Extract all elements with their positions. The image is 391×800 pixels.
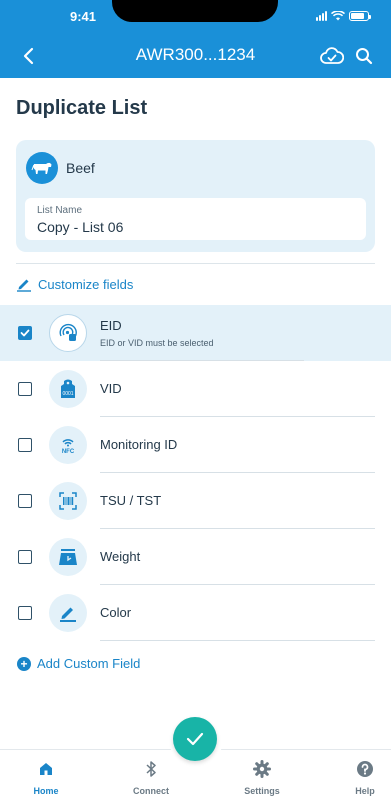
check-icon [186, 732, 204, 746]
list-name-label: List Name [37, 205, 83, 216]
field-row-eid[interactable]: EID EID or VID must be selected [0, 305, 391, 361]
help-icon [357, 761, 373, 777]
field-row-tsu-tst[interactable]: TSU / TST [0, 473, 391, 529]
checkbox-eid[interactable] [18, 326, 32, 340]
vid-tag-icon: 0001 [49, 370, 87, 408]
add-custom-field-label: Add Custom Field [37, 656, 141, 671]
tab-help[interactable]: Help [330, 760, 391, 796]
tab-label: Connect [133, 786, 169, 796]
field-label: Color [100, 605, 132, 620]
vid-tag-text: 0001 [62, 391, 73, 397]
species-label: Beef [66, 160, 95, 176]
status-icons [316, 11, 371, 21]
field-label: TSU / TST [100, 493, 162, 508]
page-title: Duplicate List [16, 97, 148, 119]
add-custom-field-button[interactable]: + Add Custom Field [17, 656, 140, 671]
wifi-icon [331, 11, 345, 21]
field-row-vid[interactable]: 0001 VID [0, 361, 391, 417]
species-card: Beef List Name [16, 140, 375, 252]
nav-bar: AWR300...1234 [0, 34, 391, 78]
tab-settings[interactable]: Settings [227, 760, 297, 796]
customize-fields-link[interactable]: Customize fields [16, 276, 133, 292]
confirm-button[interactable] [173, 717, 217, 761]
customize-fields-label: Customize fields [38, 276, 134, 292]
tab-connect[interactable]: Connect [116, 760, 186, 796]
search-icon [356, 48, 373, 65]
tab-label: Home [33, 786, 59, 796]
tab-label: Help [355, 786, 375, 796]
back-button[interactable] [14, 42, 42, 70]
tab-home[interactable]: Home [11, 760, 81, 796]
cloud-check-icon [320, 47, 344, 64]
checkbox-weight[interactable] [18, 550, 32, 564]
device-title: AWR300...1234 [135, 45, 256, 64]
cow-icon [26, 152, 58, 184]
pen-icon [49, 594, 87, 632]
list-name-field[interactable]: List Name [25, 198, 366, 240]
gear-icon [253, 760, 271, 778]
field-label: Monitoring ID [100, 437, 178, 452]
barcode-icon [49, 482, 87, 520]
nfc-text: NFC [62, 449, 75, 455]
status-time: 9:41 [70, 9, 97, 24]
row-divider [100, 640, 375, 641]
field-label: VID [100, 381, 122, 396]
battery-icon [349, 11, 371, 21]
eid-icon [49, 314, 87, 352]
checkbox-tsu-tst[interactable] [18, 494, 32, 508]
tab-label: Settings [244, 786, 280, 796]
list-name-input[interactable] [37, 219, 337, 235]
checkbox-color[interactable] [18, 606, 32, 620]
field-row-color[interactable]: Color [0, 585, 391, 641]
search-button[interactable] [351, 43, 377, 69]
pencil-icon [17, 279, 31, 292]
checkmark-icon [20, 329, 30, 337]
checkbox-monitoring-id[interactable] [18, 438, 32, 452]
field-label: Weight [100, 549, 141, 564]
signal-icon [316, 11, 327, 21]
bluetooth-icon [146, 761, 156, 777]
home-icon [40, 763, 52, 775]
chevron-left-icon [23, 47, 34, 65]
nfc-icon: NFC [49, 426, 87, 464]
cloud-sync-button[interactable] [319, 43, 345, 69]
checkbox-vid[interactable] [18, 382, 32, 396]
field-row-monitoring-id[interactable]: NFC Monitoring ID [0, 417, 391, 473]
field-hint: EID or VID must be selected [100, 338, 214, 348]
weight-icon [49, 538, 87, 576]
field-row-weight[interactable]: Weight [0, 529, 391, 585]
plus-circle-icon: + [17, 656, 31, 671]
device-notch [112, 0, 278, 22]
status-bar: 9:41 [0, 0, 391, 34]
field-label: EID [100, 318, 122, 333]
field-list: EID EID or VID must be selected 0001 VID… [0, 305, 391, 641]
section-divider [16, 263, 375, 264]
